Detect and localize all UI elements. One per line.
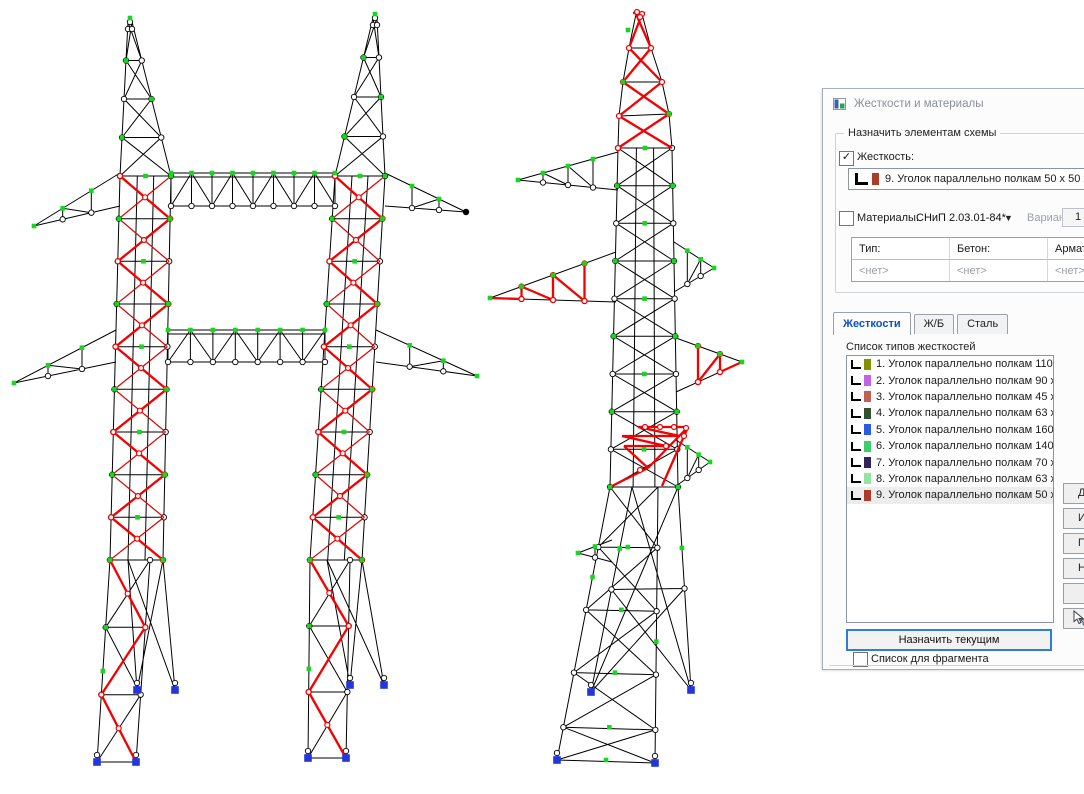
col-rebar: Арматура <box>1048 238 1084 259</box>
materials-norm-value[interactable]: СНиП 2.03.01-84* <box>916 212 1006 224</box>
list-item[interactable]: 6. Уголок параллельно полкам 140 x 1 <box>847 438 1053 454</box>
stiffness-item-label: 2. Уголок параллельно полкам 90 x 90 <box>876 375 1053 387</box>
stiffness-checkbox-label: Жесткость: <box>857 151 914 163</box>
tab-steel[interactable]: Сталь <box>957 314 1008 334</box>
list-item[interactable]: 5. Уголок параллельно полкам 160 x 1 <box>847 422 1053 438</box>
side-button-blank[interactable] <box>1063 583 1084 604</box>
angle-section-icon <box>851 458 861 467</box>
stiffness-item-label: 9. Уголок параллельно полкам 50 x 50 <box>876 489 1053 501</box>
angle-section-icon <box>851 491 861 500</box>
stiffness-item-label: 3. Уголок параллельно полкам 45 x 45 <box>876 391 1053 403</box>
val-rebar: <нет> <box>1048 260 1084 281</box>
materials-checkbox-label: Материалы: <box>857 212 919 224</box>
list-item[interactable]: 2. Уголок параллельно полкам 90 x 90 <box>847 372 1053 388</box>
list-item[interactable]: 7. Уголок параллельно полкам 70 x 70 <box>847 454 1053 470</box>
stiffness-color-swatch <box>864 457 871 468</box>
angle-section-icon <box>851 442 861 451</box>
current-stiffness-label: 9. Уголок параллельно полкам 50 x 50 x 4 <box>885 173 1084 185</box>
footer-separator <box>829 665 1084 666</box>
tab-bar: Жесткости Ж/Б Сталь <box>833 311 1011 334</box>
stiffness-item-label: 6. Уголок параллельно полкам 140 x 1 <box>876 440 1053 452</box>
tab-reinforced-concrete[interactable]: Ж/Б <box>914 314 954 334</box>
assign-group-legend: Назначить элементам схемы <box>844 127 1000 139</box>
tower-single-model[interactable] <box>488 10 745 767</box>
stiffness-listbox[interactable]: 1. Уголок параллельно полкам 110 x 1 2. У… <box>846 355 1054 623</box>
stiffness-item-label: 5. Уголок параллельно полкам 160 x 1 <box>876 424 1053 436</box>
current-stiffness-swatch <box>872 173 879 185</box>
angle-section-icon <box>851 425 861 434</box>
stiffness-color-swatch <box>864 490 871 501</box>
side-button-Д[interactable]: Д <box>1063 483 1084 504</box>
side-button-И[interactable]: И <box>1063 508 1084 529</box>
current-stiffness-field[interactable]: 9. Уголок параллельно полкам 50 x 50 x 4 <box>848 168 1084 190</box>
side-button-П[interactable]: П <box>1063 533 1084 554</box>
list-item[interactable]: 4. Уголок параллельно полкам 63 x 63 <box>847 405 1053 421</box>
list-item[interactable]: 9. Уголок параллельно полкам 50 x 50 <box>847 487 1053 503</box>
stiffness-item-label: 7. Уголок параллельно полкам 70 x 70 <box>876 457 1053 469</box>
list-item[interactable]: 1. Уголок параллельно полкам 110 x 1 <box>847 356 1053 372</box>
stiffness-color-swatch <box>864 424 871 435</box>
dialog-titlebar[interactable]: Жесткости и материалы <box>823 89 1084 119</box>
tower-portal-model[interactable] <box>12 12 480 766</box>
stiffness-color-swatch <box>864 359 871 370</box>
col-type: Тип: <box>852 238 950 259</box>
stiffness-list-title: Список типов жесткостей <box>846 341 976 353</box>
angle-section-icon <box>855 173 868 185</box>
stiffness-checkbox[interactable] <box>839 151 854 166</box>
angle-section-icon <box>851 376 861 385</box>
assign-current-button[interactable]: Назначить текущим <box>846 629 1052 651</box>
angle-section-icon <box>851 360 861 369</box>
stiffness-color-swatch <box>864 375 871 386</box>
stiffness-item-label: 4. Уголок параллельно полкам 63 x 63 <box>876 407 1053 419</box>
stiffness-color-swatch <box>864 473 871 484</box>
stiffness-color-swatch <box>864 441 871 452</box>
fragment-list-checkbox-label: Список для фрагмента <box>871 653 989 665</box>
norm-dropdown-icon[interactable]: ▼ <box>1004 213 1013 223</box>
materials-table: Тип: Бетон: Арматура <нет> <нет> <нет> <box>851 237 1084 282</box>
materials-table-header: Тип: Бетон: Арматура <box>852 238 1084 260</box>
stiffness-color-swatch <box>864 391 871 402</box>
cursor-filter-icon <box>1071 617 1084 629</box>
materials-checkbox[interactable] <box>839 211 854 226</box>
variant-field[interactable]: 1 <box>1062 208 1084 227</box>
stiffness-item-label: 1. Уголок параллельно полкам 110 x 1 <box>876 358 1053 370</box>
val-type: <нет> <box>852 260 950 281</box>
side-button-Н[interactable]: Н <box>1063 558 1084 579</box>
stiffness-color-swatch <box>864 408 871 419</box>
dialog-icon <box>833 98 846 110</box>
list-item[interactable]: 8. Уголок параллельно полкам 63 x 63 <box>847 471 1053 487</box>
stiffness-materials-dialog: Жесткости и материалы Назначить элемента… <box>822 88 1084 670</box>
stiffness-item-label: 8. Уголок параллельно полкам 63 x 63 <box>876 473 1053 485</box>
col-concrete: Бетон: <box>950 238 1048 259</box>
angle-section-icon <box>851 474 861 483</box>
angle-section-icon <box>851 392 861 401</box>
materials-table-values: <нет> <нет> <нет> <box>852 260 1084 281</box>
list-item[interactable]: 3. Уголок параллельно полкам 45 x 45 <box>847 389 1053 405</box>
tab-stiffness[interactable]: Жесткости <box>833 312 911 335</box>
dialog-title: Жесткости и материалы <box>854 98 983 110</box>
select-by-stiffness-button[interactable] <box>1063 608 1084 629</box>
val-concrete: <нет> <box>950 260 1048 281</box>
angle-section-icon <box>851 409 861 418</box>
